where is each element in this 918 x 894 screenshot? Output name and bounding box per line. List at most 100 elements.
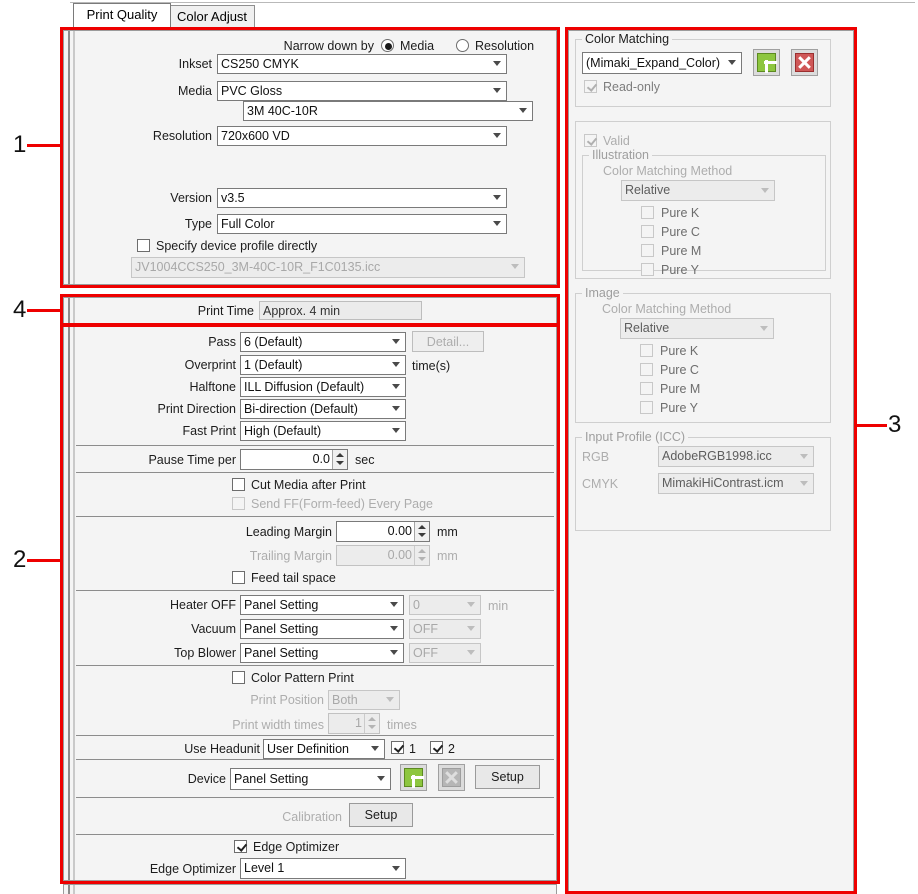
- illustration-method-combo: Relative: [621, 180, 775, 201]
- chevron-down-icon: [800, 454, 809, 460]
- version-combo[interactable]: v3.5: [217, 188, 507, 208]
- chevron-down-icon: [800, 481, 809, 487]
- media-combo[interactable]: PVC Gloss: [217, 81, 507, 101]
- use-headunit-label: Use Headunit: [152, 740, 260, 758]
- divider: [76, 759, 554, 760]
- use-headunit-combo[interactable]: User Definition: [263, 739, 385, 759]
- panel-left-rule: [68, 885, 75, 894]
- print-width-times-value: 1: [355, 716, 362, 730]
- chevron-down-icon: [760, 326, 769, 332]
- illustration-pure-k-label: Pure K: [661, 204, 741, 222]
- media-sub-combo[interactable]: 3M 40C-10R: [243, 101, 533, 121]
- headunit-1-checkbox[interactable]: [391, 741, 404, 754]
- annotation-leader-2: [27, 559, 63, 562]
- pause-time-input[interactable]: 0.0: [240, 449, 348, 470]
- color-matching-title: Color Matching: [582, 32, 672, 46]
- panel-left-rule: [68, 327, 75, 880]
- print-width-times-input: 1: [328, 713, 380, 734]
- cut-media-checkbox[interactable]: [232, 478, 245, 491]
- image-method-value: Relative: [624, 319, 773, 338]
- inkset-combo[interactable]: CS250 CMYK: [217, 54, 507, 74]
- resolution-combo[interactable]: 720x600 VD: [217, 126, 507, 146]
- image-pure-c-label: Pure C: [660, 361, 740, 379]
- edge-optimizer-label: Edge Optimizer: [130, 860, 236, 878]
- vacuum-combo[interactable]: Panel Setting: [240, 619, 404, 639]
- illustration-pure-c-checkbox: [641, 225, 654, 238]
- illustration-pure-c-label: Pure C: [661, 223, 741, 241]
- device-value: Panel Setting: [234, 769, 390, 789]
- radio-narrow-media[interactable]: [381, 39, 394, 52]
- print-settings-window: Print Quality Color Adjust Narrow down b…: [0, 0, 918, 894]
- overprint-combo[interactable]: 1 (Default): [240, 355, 406, 375]
- color-matching-delete-button[interactable]: [791, 49, 818, 76]
- print-direction-combo[interactable]: Bi-direction (Default): [240, 399, 406, 419]
- print-width-times-label: Print width times: [204, 716, 324, 734]
- color-matching-add-button[interactable]: [753, 49, 780, 76]
- chevron-down-icon: [493, 61, 502, 67]
- chevron-down-icon: [493, 221, 502, 227]
- device-combo[interactable]: Panel Setting: [230, 768, 391, 790]
- inkset-label: Inkset: [124, 55, 212, 73]
- calibration-label: Calibration: [256, 808, 342, 826]
- media-value: PVC Gloss: [221, 82, 506, 100]
- pause-time-label: Pause Time per: [124, 451, 236, 469]
- inkset-value: CS250 CMYK: [221, 55, 506, 73]
- tab-strip: Print Quality Color Adjust: [60, 0, 918, 29]
- plus-icon: [757, 53, 776, 72]
- panel-left-rule: [68, 31, 75, 284]
- radio-narrow-resolution[interactable]: [456, 39, 469, 52]
- print-time-value: Approx. 4 min: [263, 302, 421, 320]
- image-method-label: Color Matching Method: [602, 300, 782, 318]
- plus-icon: [404, 768, 423, 787]
- device-setup-button[interactable]: Setup: [475, 765, 540, 789]
- headunit-2-checkbox[interactable]: [430, 741, 443, 754]
- color-pattern-print-checkbox[interactable]: [232, 671, 245, 684]
- headunit-2-label: 2: [448, 740, 468, 758]
- fast-print-value: High (Default): [244, 422, 405, 440]
- leading-margin-stepper[interactable]: [414, 522, 429, 541]
- heater-off-combo[interactable]: Panel Setting: [240, 595, 404, 615]
- specify-device-profile-checkbox[interactable]: [137, 239, 150, 252]
- cmyk-profile-value: MimakiHiContrast.icm: [662, 474, 813, 493]
- edge-optimizer-combo[interactable]: Level 1: [240, 858, 406, 879]
- edge-optimizer-check-label: Edge Optimizer: [253, 838, 433, 856]
- calibration-setup-button[interactable]: Setup: [349, 803, 413, 827]
- annotation-leader-4: [27, 309, 63, 312]
- chevron-down-icon: [377, 776, 386, 782]
- input-profile-title: Input Profile (ICC): [582, 430, 688, 444]
- pause-time-stepper[interactable]: [332, 450, 347, 469]
- color-matching-profile-combo[interactable]: (Mimaki_Expand_Color): [582, 52, 742, 74]
- pass-detail-button[interactable]: Detail...: [412, 331, 484, 352]
- device-label: Device: [160, 770, 226, 788]
- trailing-margin-input: 0.00: [336, 545, 430, 566]
- fast-print-combo[interactable]: High (Default): [240, 421, 406, 441]
- tab-print-quality[interactable]: Print Quality: [73, 3, 171, 29]
- halftone-combo[interactable]: ILL Diffusion (Default): [240, 377, 406, 397]
- chevron-down-icon: [392, 428, 401, 434]
- divider: [76, 735, 554, 736]
- divider: [76, 834, 554, 835]
- pass-combo[interactable]: 6 (Default): [240, 332, 406, 352]
- trailing-margin-label: Trailing Margin: [232, 547, 332, 565]
- image-pure-y-label: Pure Y: [660, 399, 740, 417]
- resolution-value: 720x600 VD: [221, 127, 506, 145]
- feed-tail-space-label: Feed tail space: [251, 569, 431, 587]
- tab-color-adjust[interactable]: Color Adjust: [169, 5, 255, 29]
- annotation-leader-3: [855, 424, 887, 427]
- color-pattern-print-label: Color Pattern Print: [251, 669, 451, 687]
- top-blower-combo[interactable]: Panel Setting: [240, 643, 404, 663]
- edge-optimizer-checkbox[interactable]: [234, 840, 247, 853]
- trailing-margin-stepper: [414, 546, 429, 565]
- cmyk-label: CMYK: [582, 475, 642, 493]
- device-add-button[interactable]: [400, 764, 427, 791]
- device-profile-combo: JV1004CCS250_3M-40C-10R_F1C0135.icc: [131, 257, 525, 278]
- feed-tail-space-checkbox[interactable]: [232, 571, 245, 584]
- print-time-panel: Print Time Approx. 4 min: [63, 297, 557, 324]
- chevron-down-icon: [761, 188, 770, 194]
- top-blower-label: Top Blower: [126, 644, 236, 662]
- type-combo[interactable]: Full Color: [217, 214, 507, 234]
- chevron-down-icon: [511, 264, 520, 270]
- panel-left-rule: [68, 298, 75, 323]
- image-group: Image Color Matching Method Relative Pur…: [575, 293, 831, 423]
- leading-margin-input[interactable]: 0.00: [336, 521, 430, 542]
